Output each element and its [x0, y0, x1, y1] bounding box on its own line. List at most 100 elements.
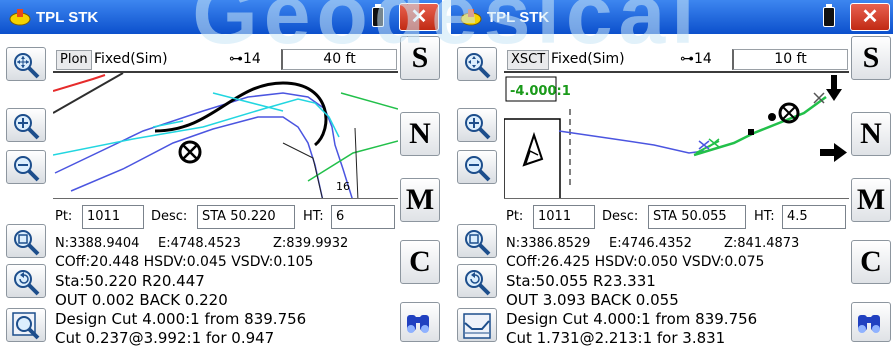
cross-section-icon [463, 313, 491, 339]
map-line-black-upper [53, 73, 124, 114]
stakeout-panel-xsect: TPL STK ✕ XSCT Fixed(Sim) ⊶14 10 ft -4.0… [451, 0, 893, 349]
c-button[interactable]: C [400, 240, 440, 284]
binoculars-icon [407, 315, 429, 333]
ht-label: HT: [754, 209, 775, 224]
arrow-right-icon [820, 143, 847, 162]
gps-fix-status: Fixed(Sim) [551, 51, 625, 67]
binoculars-button[interactable] [851, 302, 891, 342]
elevation: Z:841.4873 [724, 236, 800, 251]
zoom-previous-icon [465, 270, 491, 296]
pt-label: Pt: [55, 209, 73, 224]
status-bar: Plon Fixed(Sim) ⊶14 40 ft [53, 49, 398, 71]
stakeout-panel-plan: TPL STK ✕ Plon Fixed(Sim) ⊶14 40 ft 16 P… [0, 0, 442, 349]
right-toolbar: S N M C [849, 34, 893, 349]
station-line: Sta:50.055 R23.331 [506, 272, 656, 290]
map-scale[interactable]: 40 ft [281, 49, 397, 70]
zoom-extents-button[interactable] [6, 47, 46, 81]
zoom-in-button[interactable] [457, 108, 497, 142]
map-scale[interactable]: 10 ft [732, 49, 848, 70]
northing: N:3388.9404 [55, 236, 140, 251]
zoom-window-button[interactable] [6, 224, 46, 258]
n-button[interactable]: N [851, 112, 891, 156]
desc-input[interactable]: STA 50.055 [648, 205, 746, 229]
design-cut-line: Design Cut 4.000:1 from 839.756 [55, 310, 307, 328]
ht-input[interactable]: 6 [331, 205, 395, 229]
zoom-previous-button[interactable] [457, 264, 497, 298]
app-title: TPL STK [487, 9, 550, 26]
elevation: Z:839.9932 [273, 236, 349, 251]
cross-section-drawing: -4.000:1 [504, 75, 847, 198]
desc-label: Desc: [151, 209, 188, 224]
ht-label: HT: [303, 209, 324, 224]
right-toolbar: S N M C [398, 34, 442, 349]
satellite-count: ⊶14 [229, 51, 261, 67]
map-line-parcel [354, 127, 359, 198]
close-button[interactable]: ✕ [850, 3, 890, 31]
zoom-out-icon [465, 156, 491, 182]
view-mode-button[interactable]: XSCT [507, 50, 550, 70]
arrow-down-icon [826, 75, 842, 101]
cut-result-line: Cut 1.731@2.213:1 for 3.831 [506, 329, 726, 347]
s-button[interactable]: S [400, 36, 440, 80]
m-button[interactable]: M [851, 178, 891, 222]
gps-fix-status: Fixed(Sim) [94, 51, 168, 67]
point-fields: Pt: 1011 Desc: STA 50.220 HT: 6 [53, 201, 398, 233]
desc-input[interactable]: STA 50.220 [197, 205, 295, 229]
cross-section-view-button[interactable] [457, 308, 497, 342]
pt-input[interactable]: 1011 [82, 205, 144, 229]
catch-point-marker [768, 113, 776, 121]
pt-input[interactable]: 1011 [533, 205, 595, 229]
status-bar: XSCT Fixed(Sim) ⊶14 10 ft [504, 49, 849, 71]
hinge-point-marker [748, 129, 754, 135]
zoom-window-icon [465, 230, 491, 256]
close-button[interactable]: ✕ [399, 3, 439, 31]
app-title: TPL STK [36, 9, 99, 26]
map-view[interactable]: 16 [53, 71, 398, 199]
ground-line [558, 130, 705, 154]
northing: N:3386.8529 [506, 236, 591, 251]
view-mode-button[interactable]: Plon [56, 50, 92, 70]
zoom-out-button[interactable] [457, 150, 497, 184]
battery-icon [823, 4, 835, 27]
zoom-in-icon [465, 114, 491, 140]
offset-precision-line: COff:20.448 HSDV:0.045 VSDV:0.105 [55, 254, 314, 270]
zoom-extents-icon [14, 53, 40, 79]
left-toolbar [451, 34, 503, 349]
battery-icon [372, 4, 384, 27]
s-button[interactable]: S [851, 36, 891, 80]
zoom-out-icon [14, 156, 40, 182]
binoculars-button[interactable] [400, 302, 440, 342]
cross-section-view[interactable]: -4.000:1 [504, 71, 849, 199]
map-label-16: 16 [336, 180, 350, 193]
satellite-icon: ⊶ [229, 51, 243, 67]
zoom-extents-button[interactable] [457, 47, 497, 81]
desc-label: Desc: [602, 209, 639, 224]
zoom-window-button[interactable] [457, 224, 497, 258]
n-button[interactable]: N [400, 112, 440, 156]
plan-map-drawing: 16 [53, 73, 398, 198]
title-bar: TPL STK ✕ [451, 0, 893, 34]
zoom-in-icon [14, 114, 40, 140]
satellite-count: ⊶14 [680, 51, 712, 67]
c-button[interactable]: C [851, 240, 891, 284]
app-icon [460, 9, 482, 26]
zoom-previous-icon [14, 270, 40, 296]
satellite-icon: ⊶ [680, 51, 694, 67]
easting: E:4746.4352 [609, 236, 692, 251]
map-line-cyan-short [212, 92, 284, 112]
map-line-black-curve [154, 81, 328, 147]
title-bar: TPL STK ✕ [0, 0, 442, 34]
zoom-previous-button[interactable] [6, 264, 46, 298]
pt-label: Pt: [506, 209, 524, 224]
zoom-window-icon [14, 230, 40, 256]
offset-precision-line: COff:26.425 HSDV:0.050 VSDV:0.075 [506, 254, 765, 270]
zoom-center-button[interactable] [6, 308, 46, 342]
slope-ratio-label: -4.000:1 [510, 84, 571, 99]
design-line [693, 95, 827, 157]
point-fields: Pt: 1011 Desc: STA 50.055 HT: 4.5 [504, 201, 849, 233]
zoom-out-button[interactable] [6, 150, 46, 184]
m-button[interactable]: M [400, 178, 440, 222]
ht-input[interactable]: 4.5 [782, 205, 846, 229]
zoom-in-button[interactable] [6, 108, 46, 142]
design-cut-line: Design Cut 4.000:1 from 839.756 [506, 310, 758, 328]
